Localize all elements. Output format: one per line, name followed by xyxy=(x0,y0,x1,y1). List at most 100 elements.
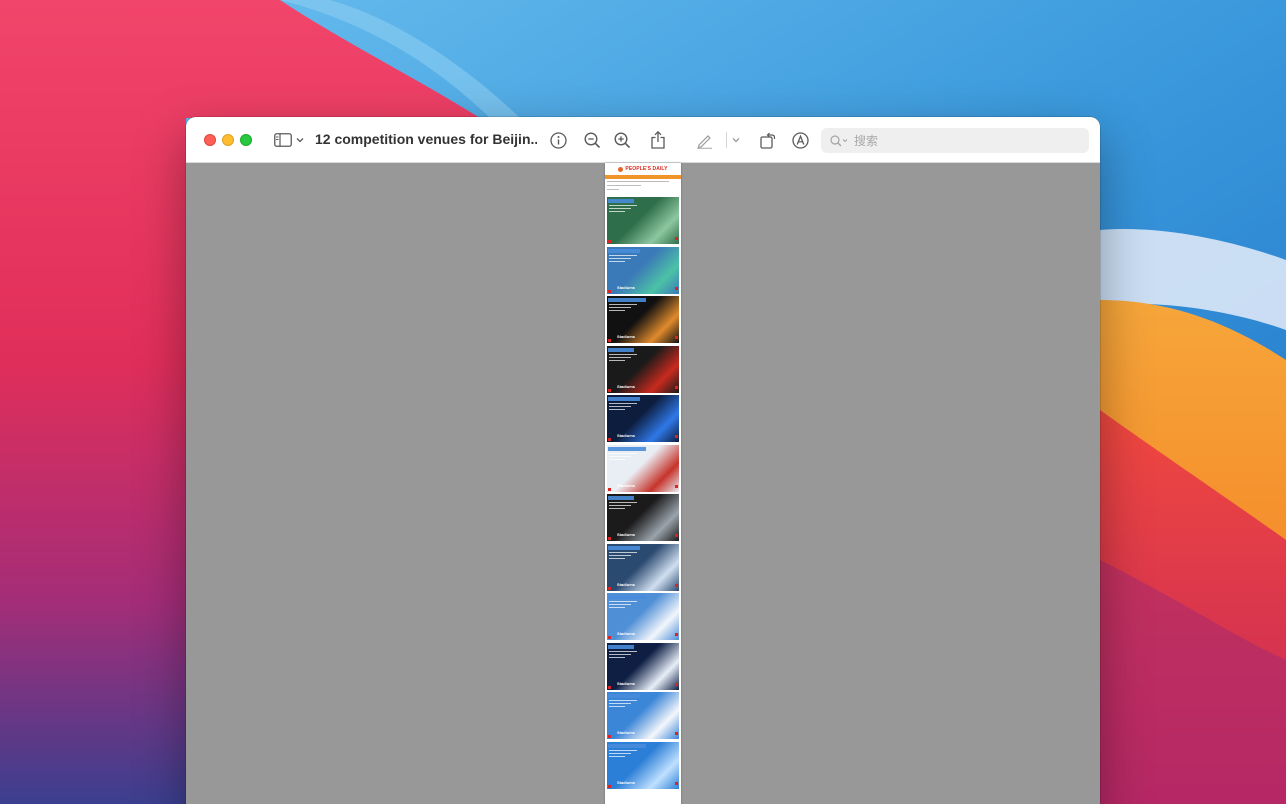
slide-badge xyxy=(675,583,678,587)
slide-logo: Stadiums xyxy=(617,532,636,537)
slide-badge xyxy=(608,289,611,293)
document-title: 12 competition venues for Beijin... xyxy=(315,131,537,147)
slide-text-lines xyxy=(609,254,639,264)
slide-logo: Stadiums xyxy=(617,334,636,339)
slide-caption-bar xyxy=(608,496,634,500)
slide-badge xyxy=(608,438,611,441)
slide-thumbnail: Stadiums xyxy=(607,642,679,690)
sidebar-options-button[interactable] xyxy=(294,129,306,151)
slide-logo: Stadiums xyxy=(617,433,636,438)
chevron-down-icon xyxy=(296,138,304,143)
minimize-window-button[interactable] xyxy=(222,134,234,146)
slide-thumbnail: Stadiums xyxy=(607,395,679,442)
slide-text-lines xyxy=(609,749,639,759)
slide-text-lines xyxy=(609,502,639,511)
slide-caption-bar xyxy=(608,397,640,401)
slide-text-lines xyxy=(609,353,639,363)
slide-caption-bar xyxy=(608,446,646,451)
slide-badge xyxy=(675,732,678,735)
slide-badge xyxy=(675,435,678,438)
title-toolbar: 12 competition venues for Beijin... xyxy=(186,117,1100,163)
slide-thumbnail: Stadiums xyxy=(607,444,679,492)
slide-caption-bar xyxy=(608,199,634,203)
slide-badge xyxy=(608,685,611,689)
zoom-in-button[interactable] xyxy=(611,129,633,151)
slide-badge xyxy=(675,633,678,636)
slide-logo: Stadiums xyxy=(617,779,636,785)
slide-text-lines xyxy=(609,551,639,561)
slide-caption-bar xyxy=(608,347,634,352)
highlight-button[interactable] xyxy=(693,129,715,151)
rotate-button[interactable] xyxy=(757,129,779,151)
slide-badge xyxy=(675,385,678,389)
info-button[interactable] xyxy=(547,129,569,151)
slide-thumbnail xyxy=(607,197,679,244)
slide-caption-bar xyxy=(608,743,646,748)
slide-thumbnail: Stadiums xyxy=(607,296,679,343)
slide-logo: Stadiums xyxy=(617,730,636,735)
slide-logo: Stadiums xyxy=(617,680,636,686)
slide-text-lines xyxy=(609,452,639,462)
document-page: PEOPLE'S DAILY Stadiums Stadiums Stadiums S… xyxy=(605,163,681,804)
slide-badge xyxy=(608,636,611,639)
markup-button[interactable] xyxy=(789,129,811,151)
sidebar-toggle-icon xyxy=(274,133,292,147)
slide-thumbnail: Stadiums xyxy=(607,593,679,640)
masthead-text: PEOPLE'S DAILY xyxy=(625,166,668,172)
preview-window: 12 competition venues for Beijin... 搜索 P… xyxy=(186,117,1100,804)
slide-thumbnail: Stadiums xyxy=(607,345,679,393)
slide-caption-bar xyxy=(608,595,646,599)
highlight-options-button[interactable] xyxy=(730,129,742,151)
slide-badge xyxy=(675,781,678,785)
masthead-emblem-icon xyxy=(618,166,624,172)
slide-thumbnail: Stadiums xyxy=(607,692,679,739)
slide-badge xyxy=(608,388,611,392)
slide-badge xyxy=(675,484,678,488)
slide-badge xyxy=(675,336,678,339)
slide-text-lines xyxy=(609,304,639,313)
maximize-window-button[interactable] xyxy=(240,134,252,146)
slide-caption-bar xyxy=(608,545,640,550)
search-icon xyxy=(830,134,848,147)
masthead-bar xyxy=(605,175,681,179)
zoom-out-button[interactable] xyxy=(581,129,603,151)
slide-badge xyxy=(608,586,611,590)
markup-icon xyxy=(791,131,809,149)
slide-badge xyxy=(608,240,611,243)
slide-badge xyxy=(608,784,611,788)
close-window-button[interactable] xyxy=(204,134,216,146)
chevron-down-icon xyxy=(732,138,740,143)
slide-thumbnail: Stadiums xyxy=(607,543,679,591)
slide-caption-bar xyxy=(608,644,634,649)
page-intro-text xyxy=(607,181,679,195)
share-button[interactable] xyxy=(647,129,669,151)
zoom-out-icon xyxy=(583,131,600,148)
document-view[interactable]: PEOPLE'S DAILY Stadiums Stadiums Stadiums S… xyxy=(186,163,1100,804)
slide-badge xyxy=(608,487,611,491)
slide-logo: Stadiums xyxy=(617,581,636,587)
slide-logo: Stadiums xyxy=(617,383,636,389)
toolbar-divider xyxy=(726,132,727,148)
info-icon xyxy=(549,131,567,149)
search-input[interactable] xyxy=(854,133,1074,148)
slide-badge xyxy=(608,735,611,738)
slide-logo: Stadiums xyxy=(617,284,636,290)
slide-caption-bar xyxy=(608,298,646,302)
highlight-pen-icon xyxy=(696,134,712,149)
share-icon xyxy=(651,131,665,149)
slide-thumbnail: Stadiums xyxy=(607,246,679,294)
sidebar-toggle-button[interactable] xyxy=(272,129,294,151)
slide-badge xyxy=(675,682,678,686)
slide-caption-bar xyxy=(608,694,640,698)
slide-thumbnail: Stadiums xyxy=(607,741,679,789)
rotate-icon xyxy=(760,132,776,149)
search-field[interactable] xyxy=(821,128,1089,153)
slide-text-lines xyxy=(609,403,639,412)
slide-text-lines xyxy=(609,700,639,709)
slide-text-lines xyxy=(609,205,639,214)
slide-text-lines xyxy=(609,601,639,610)
slide-badge xyxy=(608,537,611,540)
slide-badge xyxy=(608,339,611,342)
slide-thumbnail: Stadiums xyxy=(607,494,679,541)
page-masthead: PEOPLE'S DAILY xyxy=(605,163,681,175)
